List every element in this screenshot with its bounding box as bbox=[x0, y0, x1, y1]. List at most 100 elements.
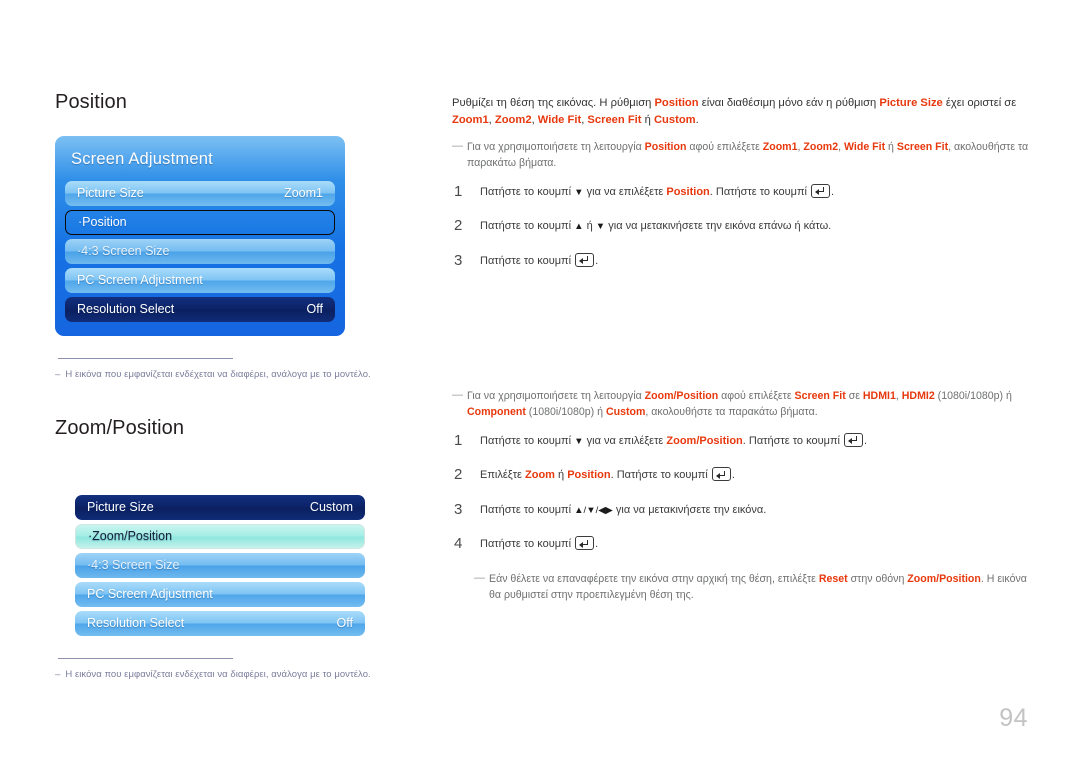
step-text: Πατήστε το κουμπί bbox=[480, 185, 575, 198]
desc-text: . bbox=[695, 114, 699, 127]
arrow-down-icon: ▼ bbox=[595, 221, 606, 233]
step-number: 3 bbox=[454, 251, 463, 269]
arrow-up-icon: ▲ bbox=[574, 221, 584, 233]
footnote-zoom-position: – Η εικόνα που εμφανίζεται ενδέχεται να δ… bbox=[55, 668, 405, 682]
osd-row-label: ·Position bbox=[78, 215, 127, 229]
step-text: . bbox=[864, 434, 868, 447]
footnote-divider bbox=[58, 358, 233, 359]
keyword-position: Position bbox=[666, 185, 710, 198]
osd-row-label: Picture Size bbox=[77, 186, 144, 200]
osd-row-resolution-select[interactable]: Resolution Select Off bbox=[75, 610, 365, 636]
right-column: Ρυθμίζει τη θέση της εικόνας. Η ρύθμιση … bbox=[452, 95, 1032, 616]
enter-button-icon bbox=[811, 183, 831, 198]
desc-text: ή bbox=[641, 114, 654, 127]
step-item: 4 Πατήστε το κουμπί . bbox=[452, 535, 1032, 553]
keyword-screen-fit: Screen Fit bbox=[896, 140, 949, 153]
osd-row-label: PC Screen Adjustment bbox=[87, 586, 213, 601]
enter-button-icon bbox=[711, 467, 731, 482]
tip-text: σε bbox=[845, 390, 863, 403]
footnote-dash: – bbox=[55, 369, 61, 380]
osd-row-label: ·4:3 Screen Size bbox=[77, 244, 170, 258]
step-text: . Πατήστε το κουμπί bbox=[610, 469, 711, 482]
osd-row-label: PC Screen Adjustment bbox=[77, 273, 203, 287]
tip-text: αφού επιλέξετε bbox=[686, 140, 763, 153]
footnote-text: Η εικόνα που εμφανίζεται ενδέχεται να δι… bbox=[65, 668, 371, 680]
keyword-wide-fit: Wide Fit bbox=[537, 114, 582, 127]
step-number: 2 bbox=[454, 466, 463, 484]
step-text: . bbox=[595, 538, 599, 551]
osd-row-label: ·4:3 Screen Size bbox=[87, 557, 180, 572]
step-item: 3 Πατήστε το κουμπί . bbox=[452, 251, 1032, 270]
desc-text: έχει οριστεί σε bbox=[942, 97, 1017, 109]
footnote-text: Η εικόνα που εμφανίζεται ενδέχεται να δι… bbox=[65, 369, 371, 380]
tip-text: (1080i/1080p) ή bbox=[525, 406, 606, 419]
tip-text: Για να χρησιμοποιήσετε τη λειτουργία bbox=[467, 390, 645, 403]
keyword-zoom: Zoom bbox=[525, 469, 555, 482]
step-number: 2 bbox=[454, 217, 463, 235]
keyword-zoom-position: Zoom/Position bbox=[644, 390, 719, 403]
osd-row-4-3-screen-size[interactable]: ·4:3 Screen Size bbox=[75, 552, 365, 578]
osd-row-4-3-screen-size[interactable]: ·4:3 Screen Size bbox=[65, 239, 335, 264]
arrow-down-icon: ▼ bbox=[574, 435, 584, 447]
tip-text: ή bbox=[885, 140, 897, 153]
enter-button-icon bbox=[844, 432, 864, 447]
tip-reset: — Εάν θέλετε να επαναφέρετε την εικόνα στ… bbox=[474, 571, 1032, 604]
keyword-position: Position bbox=[567, 469, 611, 482]
osd-row-zoom-position[interactable]: ·Zoom/Position bbox=[75, 523, 365, 549]
step-text: για να μετακινήσετε την εικόνα. bbox=[612, 503, 767, 516]
keyword-component: Component bbox=[467, 406, 526, 419]
step-text: για να επιλέξετε bbox=[583, 434, 667, 447]
step-number: 4 bbox=[454, 535, 463, 553]
emdash-icon: — bbox=[452, 139, 463, 152]
step-text: Πατήστε το κουμπί bbox=[480, 220, 575, 233]
enter-button-icon bbox=[575, 536, 595, 551]
footnote-dash: – bbox=[55, 668, 61, 680]
enter-button-icon bbox=[575, 252, 595, 267]
steps-zoom-position: 1 Πατήστε το κουμπί ▼ για να επιλέξετε Zo… bbox=[452, 431, 1032, 553]
step-item: 1 Πατήστε το κουμπί ▼ για να επιλέξετε Po… bbox=[452, 182, 1032, 201]
tip-text: Για να χρησιμοποιήσετε τη λειτουργία bbox=[467, 140, 645, 153]
step-text: Πατήστε το κουμπί bbox=[480, 538, 575, 551]
step-number: 1 bbox=[454, 182, 463, 200]
desc-text: Ρυθμίζει τη θέση της εικόνας. Η ρύθμιση bbox=[452, 97, 655, 109]
osd-row-resolution-select[interactable]: Resolution Select Off bbox=[65, 297, 335, 322]
step-text: . Πατήστε το κουμπί bbox=[709, 185, 811, 198]
osd-row-pc-screen-adjustment[interactable]: PC Screen Adjustment bbox=[75, 581, 365, 607]
steps-position: 1 Πατήστε το κουμπί ▼ για να επιλέξετε Po… bbox=[452, 182, 1032, 270]
footnote-position: – Η εικόνα που εμφανίζεται ενδέχεται να δ… bbox=[55, 368, 405, 382]
page-number: 94 bbox=[999, 704, 1028, 732]
keyword-custom: Custom bbox=[605, 406, 646, 419]
step-text: . bbox=[595, 254, 599, 267]
osd-panel-screen-adjustment: Screen Adjustment Picture Size Zoom1 ·Po… bbox=[55, 136, 345, 336]
tip-position: — Για να χρησιμοποιήσετε τη λειτουργία Po… bbox=[452, 139, 1032, 172]
footnote-divider bbox=[58, 657, 233, 659]
desc-text: είναι διαθέσιμη μόνο εάν η ρύθμιση bbox=[698, 97, 880, 109]
keyword-hdmi1: HDMI1 bbox=[862, 390, 896, 403]
step-item: 2 Επιλέξτε Zoom ή Position. Πατήστε το κο… bbox=[452, 466, 1032, 484]
step-number: 1 bbox=[454, 431, 463, 449]
tip-text: αφού επιλέξετε bbox=[718, 390, 795, 403]
osd-row-position[interactable]: ·Position bbox=[65, 210, 335, 235]
osd-row-pc-screen-adjustment[interactable]: PC Screen Adjustment bbox=[65, 268, 335, 293]
osd-row-picture-size[interactable]: Picture Size Custom bbox=[75, 494, 365, 520]
step-text: Πατήστε το κουμπί bbox=[480, 254, 575, 267]
keyword-zoom-position: Zoom/Position bbox=[907, 572, 981, 585]
step-number: 3 bbox=[454, 500, 463, 518]
osd-row-value: Custom bbox=[309, 499, 353, 514]
keyword-screen-fit: Screen Fit bbox=[794, 390, 846, 403]
step-text: για να επιλέξετε bbox=[583, 185, 667, 198]
keyword-position: Position bbox=[644, 140, 687, 153]
step-text: . Πατήστε το κουμπί bbox=[742, 434, 844, 447]
page-title-zoom-position: Zoom/Position bbox=[55, 416, 185, 439]
osd-row-picture-size[interactable]: Picture Size Zoom1 bbox=[65, 181, 335, 206]
keyword-zoom-position: Zoom/Position bbox=[666, 434, 743, 447]
keyword-reset: Reset bbox=[818, 572, 848, 585]
zoom-position-instructions: — Για να χρησιμοποιήσετε τη λειτουργία Zo… bbox=[452, 388, 1032, 604]
step-text: Πατήστε το κουμπί bbox=[480, 503, 575, 516]
osd-menu-title: Screen Adjustment bbox=[71, 150, 213, 168]
tip-zoom-position: — Για να χρησιμοποιήσετε τη λειτουργία Zo… bbox=[452, 388, 1032, 421]
keyword-custom: Custom bbox=[653, 114, 696, 127]
osd-row-label: Resolution Select bbox=[77, 302, 175, 316]
tip-text: (1080i/1080p) ή bbox=[934, 390, 1012, 403]
osd-row-label: ·Zoom/Position bbox=[88, 528, 173, 543]
